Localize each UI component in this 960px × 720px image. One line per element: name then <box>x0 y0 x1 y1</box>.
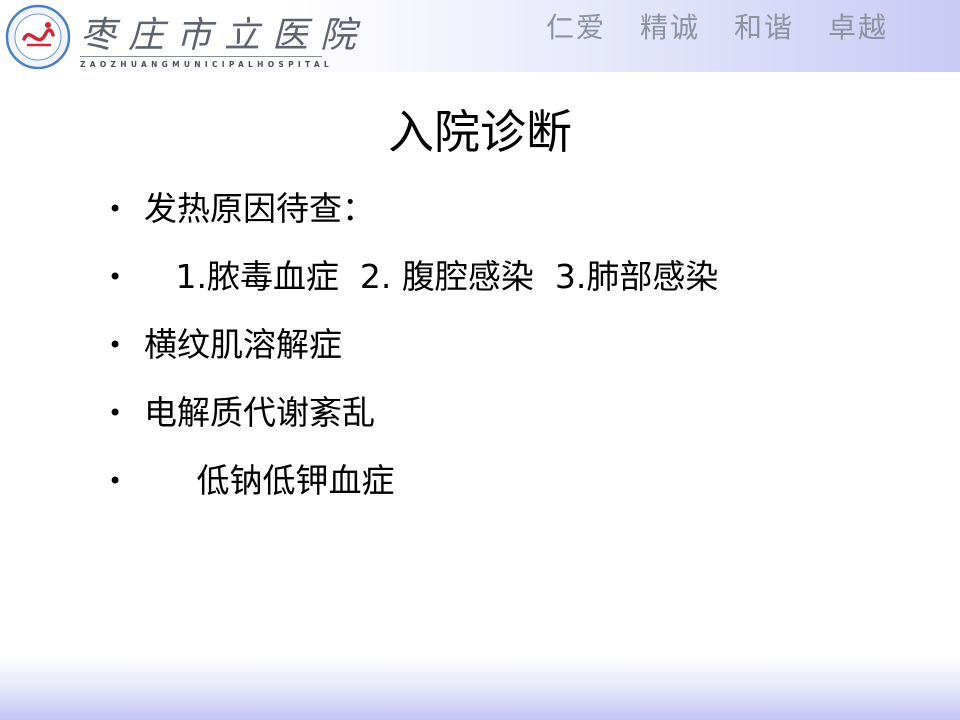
bullet-text: 电解质代谢紊乱 <box>144 393 375 432</box>
motto-word: 精诚 <box>639 11 700 44</box>
hospital-motto: 仁爱 精诚 和谐 卓越 <box>546 6 888 46</box>
motto-word: 卓越 <box>827 11 888 44</box>
motto-word: 仁爱 <box>545 11 606 44</box>
bullet-text: 低钠低钾血症 <box>144 461 395 500</box>
list-item: • 横纹肌溶解症 <box>108 322 718 390</box>
bullet-icon: • <box>108 195 123 223</box>
bullet-icon: • <box>108 399 123 427</box>
hospital-name-english: ZAOZHUANGMUNICIPALHOSPITAL <box>80 56 333 69</box>
bullet-text: 1.脓毒血症 2. 腹腔感染 3.肺部感染 <box>144 257 719 296</box>
slide: 枣庄市立医院 ZAOZHUANGMUNICIPALHOSPITAL 仁爱 精诚 … <box>0 0 960 720</box>
hospital-logo-icon <box>4 3 72 71</box>
bullet-text: 横纹肌溶解症 <box>144 325 342 364</box>
list-item: • 电解质代谢紊乱 <box>108 390 718 458</box>
list-item: • 低钠低钾血症 <box>108 458 718 526</box>
slide-title: 入院诊断 <box>388 105 572 159</box>
bullet-icon: • <box>108 331 123 359</box>
hospital-name: 枣庄市立医院 <box>80 15 369 56</box>
bullet-icon: • <box>108 467 123 495</box>
bullet-icon: • <box>108 263 123 291</box>
list-item: • 发热原因待查： <box>108 186 718 254</box>
bullet-list: • 发热原因待查： • 1.脓毒血症 2. 腹腔感染 3.肺部感染 • 横纹肌溶… <box>108 186 718 526</box>
list-item: • 1.脓毒血症 2. 腹腔感染 3.肺部感染 <box>108 254 718 322</box>
motto-word: 和谐 <box>733 11 794 44</box>
bullet-text: 发热原因待查： <box>144 189 375 228</box>
footer-band <box>0 656 960 720</box>
